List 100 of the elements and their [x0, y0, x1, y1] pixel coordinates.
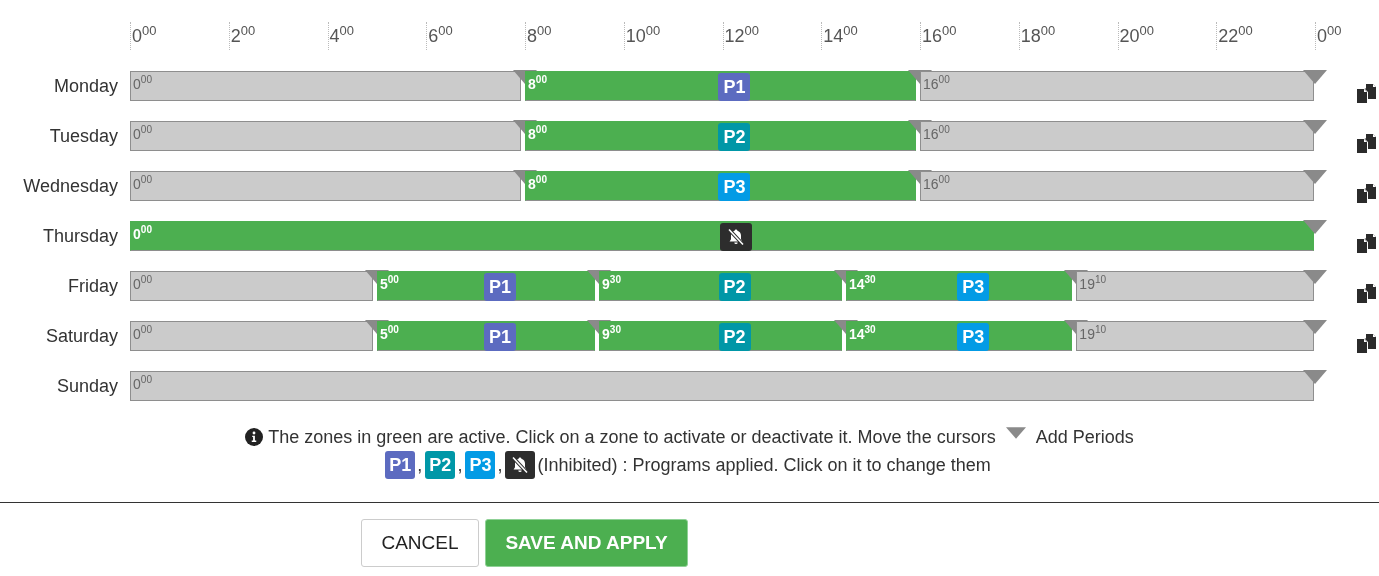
copy-button[interactable]: [1357, 333, 1377, 353]
axis-tick-label: 16$^{00}$: [920, 22, 957, 50]
time-segment[interactable]: 8$^{00}$ P1: [525, 71, 916, 101]
inhibited-badge[interactable]: [720, 223, 752, 251]
program-badge[interactable]: P1: [385, 451, 416, 479]
start-time: 14$^{30}$: [848, 326, 876, 342]
copy-icon: [1357, 83, 1377, 103]
axis-tick-label: 0$^{00}$: [130, 22, 157, 50]
save-and-apply-button[interactable]: SAVE AND APPLY: [485, 519, 688, 567]
program-badge[interactable]: P3: [718, 173, 751, 201]
bell-off-icon: [510, 455, 531, 475]
time-segment[interactable]: 5$^{00}$ P1: [376, 271, 596, 301]
time-segment[interactable]: 8$^{00}$ P2: [525, 121, 916, 151]
time-segment[interactable]: 19$^{10}$: [1076, 321, 1314, 351]
start-time: 8$^{00}$: [528, 176, 547, 192]
start-time: 0$^{00}$: [133, 126, 152, 142]
start-time: 0$^{00}$: [133, 276, 152, 292]
program-badge[interactable]: P1: [483, 323, 516, 351]
start-time: 9$^{30}$: [602, 326, 622, 342]
start-time: 8$^{00}$: [528, 126, 547, 142]
start-time: 9$^{30}$: [602, 276, 622, 292]
start-time: 19$^{10}$: [1079, 326, 1107, 342]
program-badge[interactable]: P2: [718, 273, 751, 301]
cursor-handle[interactable]: [1302, 70, 1328, 84]
start-time: 5$^{00}$: [379, 326, 399, 342]
axis-tick-label: 20$^{00}$: [1117, 22, 1154, 50]
axis-tick-label: 14$^{00}$: [821, 22, 858, 50]
start-time: 16$^{00}$: [923, 176, 950, 192]
cursor-handle[interactable]: [1302, 270, 1328, 284]
start-time: 0$^{00}$: [133, 376, 152, 392]
legend-text: ,: [457, 454, 463, 477]
axis-tick-label: 0$^{00}$: [1315, 22, 1342, 50]
program-badge[interactable]: P3: [957, 273, 990, 301]
copy-icon: [1357, 283, 1377, 303]
program-badge[interactable]: P3: [957, 323, 990, 351]
time-segment[interactable]: 16$^{00}$: [920, 71, 1314, 101]
time-segment[interactable]: 0$^{00}$: [130, 321, 373, 351]
time-segment[interactable]: 9$^{30}$ P2: [599, 271, 842, 301]
cancel-button[interactable]: CANCEL: [361, 519, 479, 567]
axis-tick-label: 18$^{00}$: [1018, 22, 1056, 50]
info-icon: [245, 428, 264, 446]
copy-button[interactable]: [1357, 133, 1377, 153]
axis-tick-label: 22$^{00}$: [1216, 22, 1253, 50]
program-badge[interactable]: P2: [425, 451, 456, 479]
time-segment[interactable]: 0$^{00}$: [130, 171, 521, 201]
time-segment[interactable]: 16$^{00}$: [920, 121, 1314, 151]
legend-text: ,: [497, 454, 503, 477]
time-segment[interactable]: 16$^{00}$: [920, 171, 1314, 201]
day-label: Sunday: [55, 375, 118, 398]
copy-icon: [1357, 183, 1377, 203]
start-time: 0$^{00}$: [133, 76, 152, 92]
time-segment[interactable]: 0$^{00}$: [130, 121, 521, 151]
cursor-icon: [1005, 427, 1026, 439]
legend-text: (Inhibited) : Programs applied. Click on it to change them: [537, 454, 991, 477]
inhibited-badge[interactable]: [505, 451, 536, 479]
start-time: 0$^{00}$: [133, 176, 152, 192]
day-label: Thursday: [41, 225, 118, 248]
cursor-handle[interactable]: [1302, 320, 1328, 334]
start-time: 0$^{00}$: [133, 326, 152, 342]
cursor-handle[interactable]: [1302, 170, 1328, 184]
time-segment[interactable]: 8$^{00}$ P3: [525, 171, 916, 201]
bell-off-icon: [726, 227, 746, 247]
time-segment[interactable]: 0$^{00}$: [130, 371, 1314, 401]
cursor-handle[interactable]: [1302, 220, 1328, 234]
axis-tick-label: 12$^{00}$: [722, 22, 759, 50]
start-time: 8$^{00}$: [528, 76, 547, 92]
time-segment[interactable]: 0$^{00}$: [130, 221, 1314, 251]
day-label: Tuesday: [48, 125, 118, 148]
axis-tick-label: 2$^{00}$: [228, 22, 256, 50]
time-segment[interactable]: 14$^{30}$ P3: [845, 271, 1073, 301]
start-time: 16$^{00}$: [923, 76, 950, 92]
time-segment[interactable]: 0$^{00}$: [130, 71, 521, 101]
cursor-handle[interactable]: [1302, 120, 1328, 134]
axis-tick-label: 4$^{00}$: [327, 22, 354, 50]
program-badge[interactable]: P1: [718, 73, 751, 101]
start-time: 16$^{00}$: [923, 126, 950, 142]
day-label: Saturday: [44, 325, 118, 348]
time-segment[interactable]: 9$^{30}$ P2: [599, 321, 842, 351]
axis-tick-label: 8$^{00}$: [525, 22, 552, 50]
copy-button[interactable]: [1357, 83, 1377, 103]
axis-tick-label: 6$^{00}$: [426, 22, 453, 50]
copy-button[interactable]: [1357, 283, 1377, 303]
legend-text: The zones in green are active. Click on a zone to activate or deactivate it. Move the cursors: [268, 426, 996, 449]
start-time: 5$^{00}$: [379, 276, 399, 292]
copy-button[interactable]: [1357, 183, 1377, 203]
start-time: 14$^{30}$: [848, 276, 876, 292]
program-badge[interactable]: P2: [718, 123, 751, 151]
time-segment[interactable]: 0$^{00}$: [130, 271, 373, 301]
day-label: Wednesday: [22, 175, 118, 198]
copy-button[interactable]: [1357, 233, 1377, 253]
program-badge[interactable]: P1: [483, 273, 516, 301]
start-time: 19$^{10}$: [1079, 276, 1107, 292]
program-badge[interactable]: P2: [718, 323, 751, 351]
cursor-handle[interactable]: [1302, 370, 1328, 384]
time-segment[interactable]: 14$^{30}$ P3: [845, 321, 1073, 351]
time-segment[interactable]: 5$^{00}$ P1: [376, 321, 596, 351]
program-badge[interactable]: P3: [465, 451, 496, 479]
copy-icon: [1357, 333, 1377, 353]
day-label: Monday: [52, 75, 118, 98]
time-segment[interactable]: 19$^{10}$: [1076, 271, 1314, 301]
